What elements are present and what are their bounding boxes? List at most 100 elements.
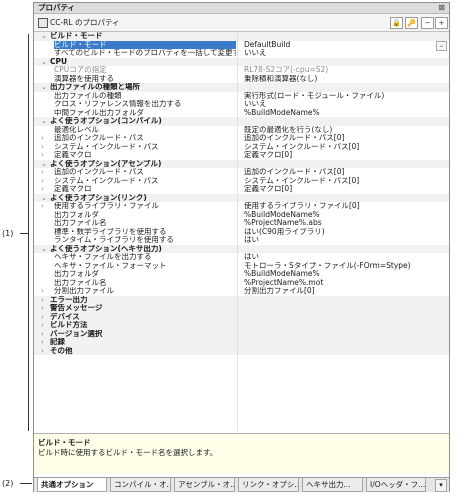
category-row[interactable]: ⌄ CPU: [34, 57, 449, 67]
property-value[interactable]: 定義マクロ[0]: [244, 185, 444, 194]
property-value[interactable]: %ProjectName%.abs: [244, 219, 444, 228]
chevron-right-icon[interactable]: ›: [41, 185, 49, 194]
property-value[interactable]: 使用するライブラリ・ファイル[0]: [244, 202, 444, 211]
chevron-right-icon[interactable]: ›: [41, 330, 49, 339]
chevron-down-icon[interactable]: ⌄: [41, 58, 49, 67]
column-divider[interactable]: [237, 32, 238, 431]
category-row[interactable]: ⌄ ビルド・モード: [34, 32, 449, 41]
collapse-all-button[interactable]: −: [421, 17, 434, 29]
property-row[interactable]: 出力ファイル名 %ProjectName%.mot: [34, 279, 449, 288]
category-row[interactable]: › エラー出力: [34, 295, 449, 305]
category-row[interactable]: ⌄ 出力ファイルの種類と場所: [34, 83, 449, 92]
key-icon[interactable]: 🔑: [405, 17, 418, 29]
category-row[interactable]: › ビルド方法: [34, 321, 449, 330]
close-icon[interactable]: ⊠: [438, 3, 445, 13]
tab-1[interactable]: コンパイル・オ...: [110, 478, 171, 492]
property-row[interactable]: 最適化レベル 既定の最適化を行う(なし): [34, 126, 449, 135]
chevron-right-icon[interactable]: ›: [41, 304, 49, 313]
chevron-down-icon[interactable]: ⌄: [41, 32, 49, 41]
chevron-right-icon[interactable]: ›: [41, 313, 49, 322]
chevron-down-icon[interactable]: ⌄: [41, 160, 49, 169]
tab-overflow-button[interactable]: ▾: [435, 479, 447, 492]
property-row[interactable]: › 追加のインクルード・パス 追加のインクルード・パス[0]: [34, 134, 449, 143]
property-value[interactable]: 追加のインクルード・パス[0]: [244, 168, 444, 177]
property-row[interactable]: › システム・インクルード・パス システム・インクルード・パス[0]: [34, 143, 449, 152]
property-value[interactable]: 実行形式(ロード・モジュール・ファイル): [244, 92, 444, 101]
property-row[interactable]: 出力フォルダ %BuildModeName%: [34, 270, 449, 279]
property-value[interactable]: 追加のインクルード・パス[0]: [244, 134, 444, 143]
tab-5[interactable]: I/Oヘッダ・フ...: [366, 478, 426, 492]
property-value[interactable]: いいえ: [244, 49, 444, 58]
category-row[interactable]: › デバイス: [34, 312, 449, 322]
tab-3[interactable]: リンク・オプシ...: [238, 478, 299, 492]
property-row[interactable]: 出力ファイルの種類 実行形式(ロード・モジュール・ファイル): [34, 92, 449, 101]
category-row[interactable]: › 記録: [34, 338, 449, 347]
category-row[interactable]: › その他: [34, 346, 449, 356]
property-row[interactable]: すべてのビルド・モードのプロパティを一括して変更する いいえ: [34, 49, 449, 58]
property-value[interactable]: 分割出力ファイル[0]: [244, 287, 444, 296]
chevron-down-icon[interactable]: ⌄: [41, 194, 49, 203]
property-value[interactable]: いいえ: [244, 100, 444, 109]
category-row[interactable]: ⌄ よく使うオプション(コンパイル): [34, 117, 449, 126]
property-row[interactable]: クロス・リファレンス情報を出力する いいえ: [34, 100, 449, 109]
property-row[interactable]: CPUコアの指定 RL78-S2コア(-cpu=S2): [34, 66, 449, 75]
property-value[interactable]: %ProjectName%.mot: [244, 279, 444, 288]
chevron-right-icon[interactable]: ›: [41, 151, 49, 160]
property-name: CPUコアの指定: [54, 66, 107, 74]
property-value[interactable]: モトローラ・Sタイプ・ファイル(-FOrm=Stype): [244, 262, 444, 271]
tab-0[interactable]: 共通オプション: [37, 478, 107, 492]
category-label: ビルド・モード: [50, 32, 103, 40]
property-row[interactable]: ランタイム・ライブラリを使用する はい: [34, 236, 449, 245]
category-row[interactable]: ⌄ よく使うオプション(リンク): [34, 193, 449, 203]
category-row[interactable]: ⌄ よく使うオプション(アセンブル): [34, 159, 449, 169]
property-value[interactable]: はい(C90用ライブラリ): [244, 228, 444, 237]
property-row[interactable]: ヘキサ・ファイルを出力する はい: [34, 253, 449, 262]
property-row[interactable]: 中間ファイル出力フォルダ %BuildModeName%: [34, 109, 449, 118]
property-value[interactable]: システム・インクルード・パス[0]: [244, 177, 444, 186]
property-value[interactable]: システム・インクルード・パス[0]: [244, 143, 444, 152]
property-value[interactable]: %BuildModeName%: [244, 211, 444, 220]
property-row[interactable]: › 分割出力ファイル 分割出力ファイル[0]: [34, 287, 449, 296]
property-row[interactable]: ビルド・モード DefaultBuild ⌄: [34, 40, 449, 51]
property-value[interactable]: はい: [244, 236, 444, 245]
category-row[interactable]: › バージョン選択: [34, 329, 449, 339]
chevron-down-icon[interactable]: ⌄: [41, 245, 49, 254]
category-row[interactable]: ⌄ よく使うオプション(ヘキサ出力): [34, 244, 449, 254]
property-value[interactable]: DefaultBuild: [244, 41, 444, 50]
property-value[interactable]: はい: [244, 253, 444, 262]
property-row[interactable]: › 使用するライブラリ・ファイル 使用するライブラリ・ファイル[0]: [34, 202, 449, 211]
chevron-right-icon[interactable]: ›: [41, 338, 49, 347]
property-row[interactable]: ヘキサ・ファイル・フォーマット モトローラ・Sタイプ・ファイル(-FOrm=Sty…: [34, 262, 449, 271]
property-value[interactable]: 既定の最適化を行う(なし): [244, 126, 444, 135]
property-value[interactable]: 定義マクロ[0]: [244, 151, 444, 160]
property-row[interactable]: › 定義マクロ 定義マクロ[0]: [34, 185, 449, 194]
chevron-right-icon[interactable]: ›: [41, 168, 49, 177]
chevron-down-icon[interactable]: ⌄: [41, 83, 49, 92]
property-name: 定義マクロ: [54, 185, 92, 193]
property-value[interactable]: 乗除積和演算器(なし): [244, 75, 444, 84]
chevron-right-icon[interactable]: ›: [41, 143, 49, 152]
category-row[interactable]: › 警告メッセージ: [34, 304, 449, 313]
chevron-down-icon[interactable]: ⌄: [41, 117, 49, 126]
lock-icon[interactable]: 🔒: [390, 17, 403, 29]
property-row[interactable]: 演算器を使用する 乗除積和演算器(なし): [34, 75, 449, 84]
chevron-right-icon[interactable]: ›: [41, 287, 49, 296]
property-row[interactable]: › システム・インクルード・パス システム・インクルード・パス[0]: [34, 177, 449, 186]
property-row[interactable]: › 定義マクロ 定義マクロ[0]: [34, 151, 449, 160]
chevron-right-icon[interactable]: ›: [41, 296, 49, 305]
expand-all-button[interactable]: +: [435, 17, 448, 29]
chevron-right-icon[interactable]: ›: [41, 202, 49, 211]
tab-4[interactable]: ヘキサ出力...: [302, 478, 363, 492]
property-value[interactable]: %BuildModeName%: [244, 109, 444, 118]
chevron-right-icon[interactable]: ›: [41, 177, 49, 186]
property-row[interactable]: 標準・数学ライブラリを使用する はい(C90用ライブラリ): [34, 228, 449, 237]
property-row[interactable]: 出力フォルダ %BuildModeName%: [34, 211, 449, 220]
property-row[interactable]: 出力ファイル名 %ProjectName%.abs: [34, 219, 449, 228]
property-row[interactable]: › 追加のインクルード・パス 追加のインクルード・パス[0]: [34, 168, 449, 177]
chevron-right-icon[interactable]: ›: [41, 321, 49, 330]
chevron-right-icon[interactable]: ›: [41, 347, 49, 356]
property-value[interactable]: %BuildModeName%: [244, 270, 444, 279]
chevron-right-icon[interactable]: ›: [41, 134, 49, 143]
property-value[interactable]: RL78-S2コア(-cpu=S2): [244, 66, 444, 75]
tab-2[interactable]: アセンブル・オ...: [174, 478, 235, 492]
